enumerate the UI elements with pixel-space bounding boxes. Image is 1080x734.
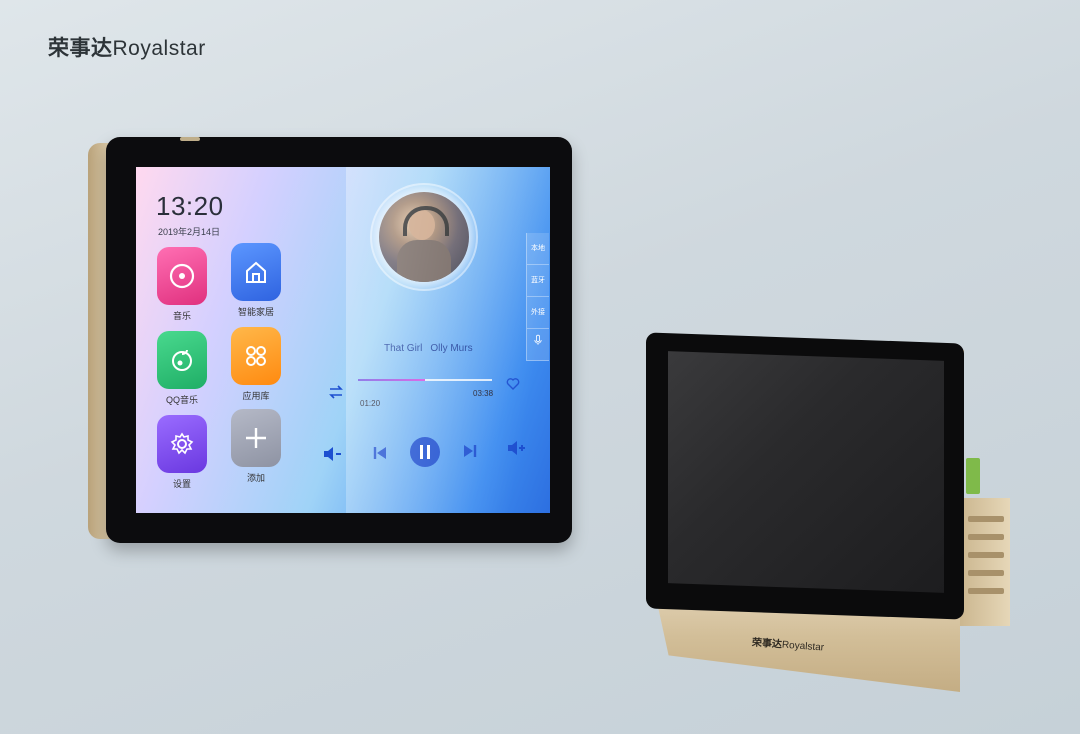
in-wall-device: 荣事达Royalstar — [646, 332, 1010, 700]
vent-slot — [968, 588, 1004, 594]
next-icon[interactable] — [462, 443, 478, 459]
music-disc-icon — [157, 247, 207, 305]
album-art — [379, 192, 469, 282]
brand-logo: 荣事达Royalstar — [48, 32, 206, 62]
volume-up-icon[interactable] — [506, 439, 526, 457]
qq-music-icon — [157, 331, 207, 389]
previous-icon[interactable] — [372, 445, 388, 461]
tab-bluetooth[interactable]: 蓝牙 — [527, 265, 549, 297]
album-disc — [372, 185, 476, 289]
volume-down-icon[interactable] — [322, 445, 342, 463]
brand-name-en: Royalstar — [112, 37, 206, 60]
repeat-icon[interactable] — [328, 385, 344, 399]
heart-icon[interactable] — [506, 377, 520, 391]
tab-local[interactable]: 本地 — [527, 233, 549, 265]
device-screen-off — [668, 351, 944, 593]
now-playing: That Girl Olly Murs — [384, 343, 473, 354]
app-label: QQ音乐 — [165, 395, 198, 405]
song-title: That Girl — [384, 343, 423, 354]
app-label: 应用库 — [242, 391, 270, 401]
device-brand-cn: 荣事达 — [751, 637, 783, 651]
tab-external[interactable]: 外接 — [527, 297, 549, 329]
power-button — [180, 137, 200, 141]
app-label: 音乐 — [172, 311, 191, 321]
elapsed-time: 01:20 — [360, 399, 381, 408]
pause-button[interactable] — [410, 437, 440, 467]
vent-slot — [968, 552, 1004, 558]
terminal-connector — [966, 458, 980, 494]
tablet-screen: 13:20 2019年2月14日 音乐 智能家居 QQ音乐 应用库 设置 添加 … — [136, 167, 550, 513]
total-time: 03:38 — [473, 389, 494, 398]
microphone-icon — [534, 334, 542, 345]
app-label: 添加 — [246, 473, 265, 483]
progress-fill — [358, 379, 425, 381]
app-library[interactable]: 应用库 — [230, 327, 282, 402]
brand-name-cn: 荣事达 — [48, 37, 113, 60]
home-icon — [231, 243, 281, 301]
app-music[interactable]: 音乐 — [156, 247, 208, 322]
vent-slot — [968, 570, 1004, 576]
app-smart-home[interactable]: 智能家居 — [230, 243, 282, 318]
app-settings[interactable]: 设置 — [156, 415, 208, 490]
source-tabs: 本地 蓝牙 外接 — [526, 233, 549, 361]
progress-bar[interactable] — [358, 379, 492, 381]
date: 2019年2月14日 — [158, 227, 221, 237]
artist-name: Olly Murs — [430, 343, 473, 354]
app-label: 设置 — [172, 479, 191, 489]
app-add[interactable]: 添加 — [230, 409, 282, 484]
app-qq-music[interactable]: QQ音乐 — [156, 331, 208, 406]
app-grid-icon — [231, 327, 281, 385]
vent-slot — [968, 534, 1004, 540]
gear-icon — [157, 415, 207, 473]
tab-microphone[interactable] — [527, 329, 549, 361]
wall-panel-tablet: 13:20 2019年2月14日 音乐 智能家居 QQ音乐 应用库 设置 添加 … — [88, 137, 572, 543]
clock: 13:20 — [156, 191, 224, 221]
vent-slot — [968, 516, 1004, 522]
plus-icon — [231, 409, 281, 467]
app-label: 智能家居 — [237, 307, 274, 317]
